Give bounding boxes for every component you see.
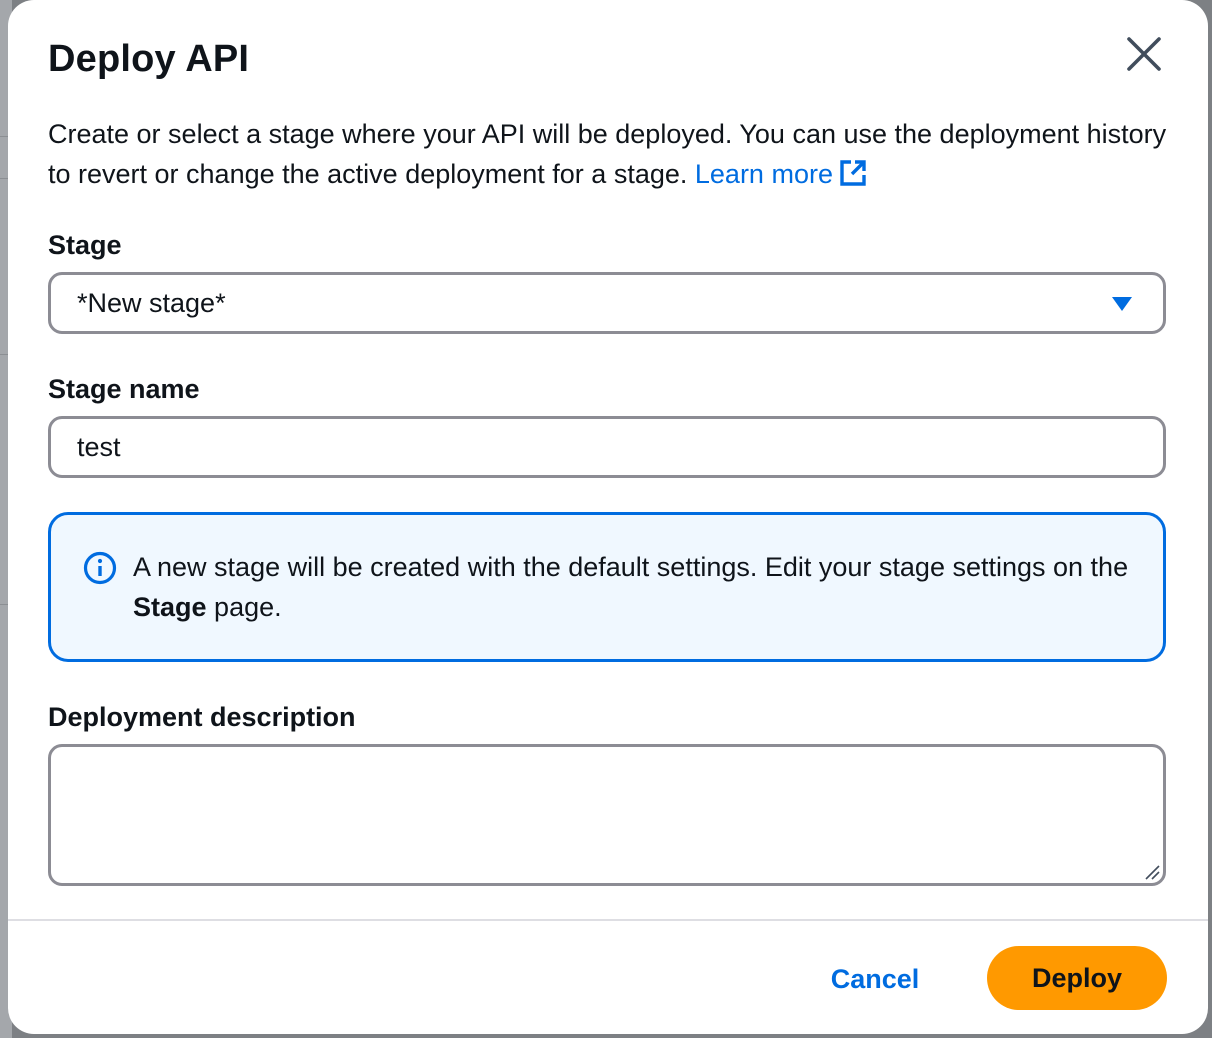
intro-text: Create or select a stage where your API … bbox=[48, 119, 1167, 189]
modal-title: Deploy API bbox=[48, 38, 250, 80]
external-link-icon bbox=[840, 160, 866, 186]
info-icon bbox=[83, 551, 117, 585]
info-text-bold: Stage bbox=[133, 592, 207, 622]
stage-label: Stage bbox=[48, 230, 122, 260]
learn-more-link[interactable]: Learn more bbox=[695, 159, 867, 189]
stage-name-label: Stage name bbox=[48, 374, 200, 404]
deploy-api-modal: Deploy API Create or select a stage wher… bbox=[8, 0, 1208, 1034]
close-button[interactable] bbox=[1120, 30, 1168, 78]
deployment-description-input[interactable] bbox=[48, 744, 1166, 886]
caret-down-icon bbox=[1112, 297, 1132, 311]
modal-description: Create or select a stage where your API … bbox=[48, 114, 1168, 194]
info-alert-text: A new stage will be created with the def… bbox=[133, 547, 1133, 627]
stage-select[interactable]: *New stage* bbox=[48, 272, 1166, 334]
footer-divider bbox=[8, 919, 1208, 921]
info-text-after: page. bbox=[214, 592, 282, 622]
cancel-button[interactable]: Cancel bbox=[808, 948, 942, 1010]
info-text-before: A new stage will be created with the def… bbox=[133, 552, 1129, 582]
learn-more-label: Learn more bbox=[694, 159, 833, 189]
close-icon bbox=[1127, 37, 1161, 71]
info-alert: A new stage will be created with the def… bbox=[48, 512, 1166, 662]
modal-header: Deploy API bbox=[48, 38, 249, 81]
stage-select-value: *New stage* bbox=[77, 287, 226, 318]
deployment-description-label: Deployment description bbox=[48, 702, 356, 732]
resize-handle-icon[interactable] bbox=[1144, 864, 1160, 880]
deploy-button[interactable]: Deploy bbox=[987, 946, 1167, 1010]
stage-name-input[interactable] bbox=[48, 416, 1166, 478]
